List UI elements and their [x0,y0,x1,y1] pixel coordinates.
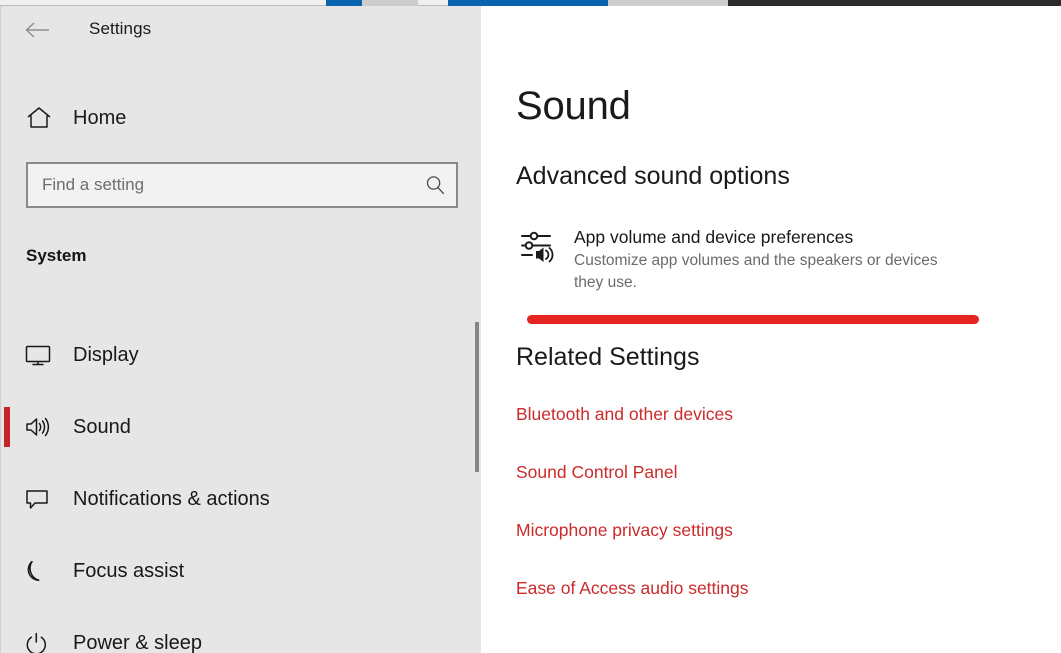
speech-bubble-icon [23,487,53,511]
sidebar-nav-list: Display Sound Notifications & actions Fo… [1,319,471,653]
sidebar-item-home[interactable]: Home [1,94,471,142]
home-label: Home [73,106,127,129]
settings-window: Settings Home System [0,0,1061,653]
moon-icon [23,559,53,583]
sidebar-item-label: Sound [73,415,131,438]
back-arrow-icon [25,22,49,38]
home-icon [25,106,53,130]
sidebar-item-display[interactable]: Display [1,319,471,391]
back-button[interactable] [15,10,61,50]
advanced-sound-options-heading: Advanced sound options [516,162,790,190]
search-box[interactable] [26,162,458,208]
sidebar-item-sound[interactable]: Sound [1,391,471,463]
sidebar-item-label: Focus assist [73,559,185,582]
app-volume-text-block: App volume and device preferences Custom… [574,226,964,294]
app-volume-description: Customize app volumes and the speakers o… [574,252,938,291]
sidebar-item-label: Power & sleep [73,631,202,653]
sidebar-item-power-sleep[interactable]: Power & sleep [1,607,471,653]
scrollbar-thumb[interactable] [475,322,479,472]
red-underline-annotation [527,315,979,324]
speaker-icon [23,415,53,439]
link-bluetooth-and-other-devices[interactable]: Bluetooth and other devices [516,404,733,424]
link-sound-control-panel[interactable]: Sound Control Panel [516,462,678,482]
sidebar-item-label: Display [73,343,139,366]
related-settings-heading: Related Settings [516,343,700,371]
page-title: Sound [516,84,631,128]
sidebar: Settings Home System [0,6,481,653]
link-microphone-privacy-settings[interactable]: Microphone privacy settings [516,520,733,540]
related-settings-links: Bluetooth and other devices Sound Contro… [516,404,1016,636]
app-title: Settings [89,19,152,38]
monitor-icon [23,343,53,367]
sidebar-item-label: Notifications & actions [73,487,270,510]
search-input[interactable] [28,175,414,195]
link-ease-of-access-audio-settings[interactable]: Ease of Access audio settings [516,578,749,598]
sidebar-item-notifications[interactable]: Notifications & actions [1,463,471,535]
audio-mixer-icon [516,226,560,294]
search-icon[interactable] [414,174,456,196]
app-volume-device-preferences-link[interactable]: App volume and device preferences Custom… [516,226,996,294]
title-bar: Settings [1,6,482,54]
power-icon [23,631,53,653]
content-pane: Sound Advanced sound options App volume … [481,6,1061,653]
sidebar-section-label: System [26,246,87,265]
sidebar-item-focus-assist[interactable]: Focus assist [1,535,471,607]
app-volume-title: App volume and device preferences [574,227,854,247]
